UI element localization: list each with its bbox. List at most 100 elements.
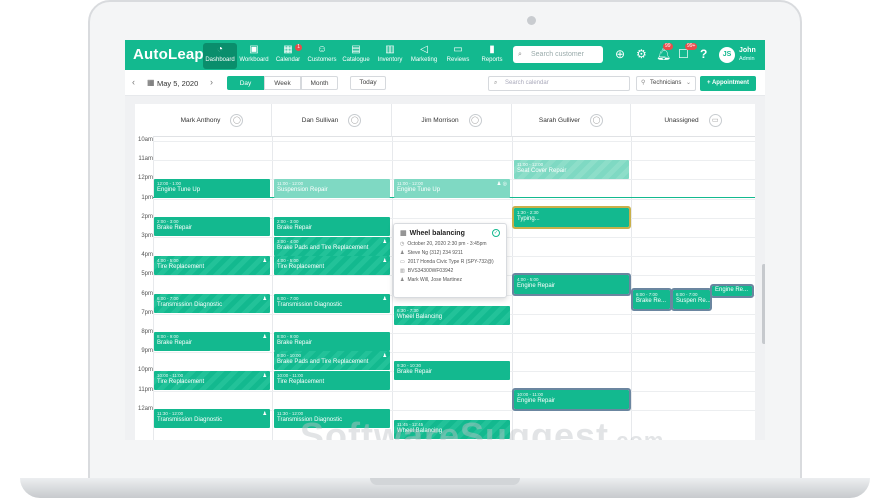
hour-label: 11pm	[138, 386, 153, 393]
appointment-card[interactable]: 2:00 - 3:00 Brake Repair	[274, 217, 390, 236]
view-day-button[interactable]: Day	[227, 76, 264, 90]
prev-day-icon[interactable]: ‹	[132, 77, 135, 87]
nav-item-workboard[interactable]: ▣ Workboard	[237, 43, 271, 69]
appointment-card[interactable]: 10:00 - 11:00 Tire Replacement ♟	[154, 371, 270, 390]
column-header-unassigned[interactable]: Unassigned ▭	[631, 104, 755, 137]
appointment-popup: ✓ ▦ Wheel balancing ◷ October 20, 2020 2:3…	[393, 223, 507, 298]
appointment-card[interactable]: 11:00 - 12:00 Suspension Repair	[274, 179, 390, 198]
check-icon[interactable]: ✓	[492, 229, 500, 237]
nav-item-catalogue[interactable]: ▤ Catalogue	[339, 43, 373, 69]
appointment-card[interactable]: 4:00 - 5:00 Tire Replacement ♟	[274, 256, 390, 275]
inventory-icon: ▥	[385, 44, 395, 55]
app-logo[interactable]: AutoLeap	[133, 46, 204, 63]
current-date[interactable]: May 5, 2020	[157, 79, 198, 88]
column-header-sarah-gulliver[interactable]: Sarah Gulliver ◯	[512, 104, 631, 137]
appointment-card[interactable]: 6:00 - 7:00 Suspen Re...	[671, 288, 712, 311]
nav-item-label: Reviews	[446, 57, 470, 63]
hour-gridline	[153, 141, 755, 142]
user-name[interactable]: John	[739, 47, 756, 54]
bell-icon[interactable]: 🔔︎ 99	[656, 43, 673, 61]
appointment-card[interactable]: 12:00 - 1:00 Engine Tune Up	[154, 179, 270, 198]
next-day-icon[interactable]: ›	[210, 77, 213, 87]
megaphone-icon: ◁	[420, 44, 428, 55]
nav-item-label: Dashboard	[205, 57, 235, 63]
vertical-scrollbar[interactable]	[762, 264, 765, 344]
appointment-card[interactable]: 6:30 - 7:30 Wheel Balancing	[394, 306, 510, 325]
appointment-card[interactable]: 10:00 - 11:00 Tire Replacement	[274, 371, 390, 390]
appointment-card[interactable]: 9:00 - 10:00 Brake Pads and Tire Replacem…	[274, 351, 390, 370]
appointment-card[interactable]: 6:00 - 7:00 Transmission Diagnostic ♟	[154, 294, 270, 313]
add-appointment-button[interactable]: + Appointment	[700, 76, 756, 91]
chat-icon[interactable]: ☐ 99+	[678, 43, 698, 61]
user-icon: ♟	[262, 411, 267, 417]
user-icon: ♟	[262, 258, 267, 264]
appointment-card[interactable]: 4:00 - 5:00 Tire Replacement ♟	[154, 256, 270, 275]
calendar-small-icon: ▦	[147, 78, 155, 87]
popup-customer[interactable]: ♟ Steve Ng (312) 234 9211	[400, 250, 500, 256]
catalogue-icon: ▤	[351, 44, 361, 55]
column-header-jim-morrison[interactable]: Jim Morrison ◯	[392, 104, 512, 137]
appointment-card[interactable]: 6:00 - 7:00 Brake Re...	[631, 288, 672, 311]
today-button[interactable]: Today	[350, 76, 386, 90]
help-icon[interactable]: ?	[700, 47, 707, 61]
nav-item-label: Workboard	[239, 57, 269, 63]
clock-icon: ◷	[400, 241, 405, 247]
appointment-card[interactable]: 11:00 - 12:00 Engine Tune Up ♟ ◎	[394, 179, 510, 198]
customer-search-placeholder: Search customer	[531, 51, 584, 58]
unassigned-name: Unassigned	[664, 117, 699, 124]
technicians-dropdown[interactable]: ⚲ Technicians ⌄	[636, 76, 696, 91]
nav-item-reviews[interactable]: ▭ Reviews	[441, 43, 475, 69]
appointment-card[interactable]: 2:00 - 3:00 Brake Repair	[154, 217, 270, 236]
nav-item-label: Calendar	[275, 57, 301, 63]
appointment-card[interactable]: 11:00 - 12:00 Seat Cover Repair	[514, 160, 629, 179]
customer-search-input[interactable]: ⌕ Search customer	[513, 46, 603, 63]
view-month-button[interactable]: Month	[301, 76, 338, 90]
person-icon: ♟	[400, 250, 405, 256]
hour-label: 3pm	[141, 233, 153, 239]
technician-name: Dan Sullivan	[301, 117, 339, 124]
search-icon: ⌕	[494, 80, 498, 86]
car-icon: ▭	[400, 259, 405, 265]
avatar[interactable]: JS	[719, 47, 735, 63]
appointment-card[interactable]: 8:00 - 9:00 Brake Repair ♟	[154, 332, 270, 351]
appointment-card[interactable]: 1:30 - 2:30 Typing...	[512, 206, 631, 229]
hour-label: 5pm	[141, 271, 153, 278]
user-icon: ♟	[382, 296, 387, 302]
nav-item-inventory[interactable]: ▥ Inventory	[373, 43, 407, 69]
popup-datetime: ◷ October 20, 2020 2:30 pm - 3:45pm	[400, 241, 487, 247]
technician-avatar-icon: ◯	[468, 113, 482, 127]
appointment-card[interactable]: 11:30 - 12:00 Transmission Diagnostic ♟	[154, 409, 270, 428]
hour-label: 10pm	[137, 367, 153, 374]
calendar-search-input[interactable]: ⌕ Search calendar	[488, 76, 630, 91]
speedometer-icon: ◔	[216, 44, 224, 55]
nav-item-calendar[interactable]: ▦ Calendar 1	[271, 43, 305, 69]
nav-item-reports[interactable]: ▮ Reports	[475, 43, 509, 69]
hour-gridline	[153, 352, 755, 354]
hour-label: 12am	[137, 405, 153, 412]
user-icon: ♟	[382, 258, 387, 264]
technicians-label: Technicians	[650, 80, 682, 86]
column-header-dan-sullivan[interactable]: Dan Sullivan ◯	[272, 104, 392, 137]
technician-name: Mark Anthony	[180, 117, 221, 124]
appointment-card[interactable]: 10:00 - 11:00 Engine Repair	[512, 388, 631, 411]
user-role: Admin	[739, 56, 755, 62]
column-header-mark-anthony[interactable]: Mark Anthony ◯	[153, 104, 272, 137]
nav-item-marketing[interactable]: ◁ Marketing	[407, 43, 441, 69]
appointment-card[interactable]: 4:00 - 5:00 Engine Repair	[512, 273, 631, 296]
nav-badge: 1	[295, 44, 302, 51]
appointment-card[interactable]: 6:00 - 7:00 Transmission Diagnostic ♟	[274, 294, 390, 313]
appointment-card[interactable]: 9:30 - 10:30 Brake Repair	[394, 361, 510, 380]
board-icon: ▣	[249, 44, 259, 55]
view-week-button[interactable]: Week	[264, 76, 301, 90]
hour-label: 9pm	[141, 348, 153, 355]
appointment-card[interactable]: Engine Re...	[710, 284, 754, 298]
add-icon[interactable]: ⊕	[615, 47, 625, 61]
nav-item-label: Marketing	[410, 57, 438, 63]
gear-icon[interactable]: ⚙	[636, 47, 647, 61]
chevron-down-icon: ⌄	[685, 80, 691, 86]
appointment-card[interactable]: 8:00 - 9:00 Brake Repair	[274, 332, 390, 351]
nav-item-dashboard[interactable]: ◔ Dashboard	[203, 43, 237, 69]
nav-item-customers[interactable]: ☺ Customers	[305, 43, 339, 69]
appointment-card[interactable]: 3:00 - 4:00 Brake Pads and Tire Replaceme…	[274, 237, 390, 256]
popup-title: ▦ Wheel balancing	[400, 230, 465, 237]
